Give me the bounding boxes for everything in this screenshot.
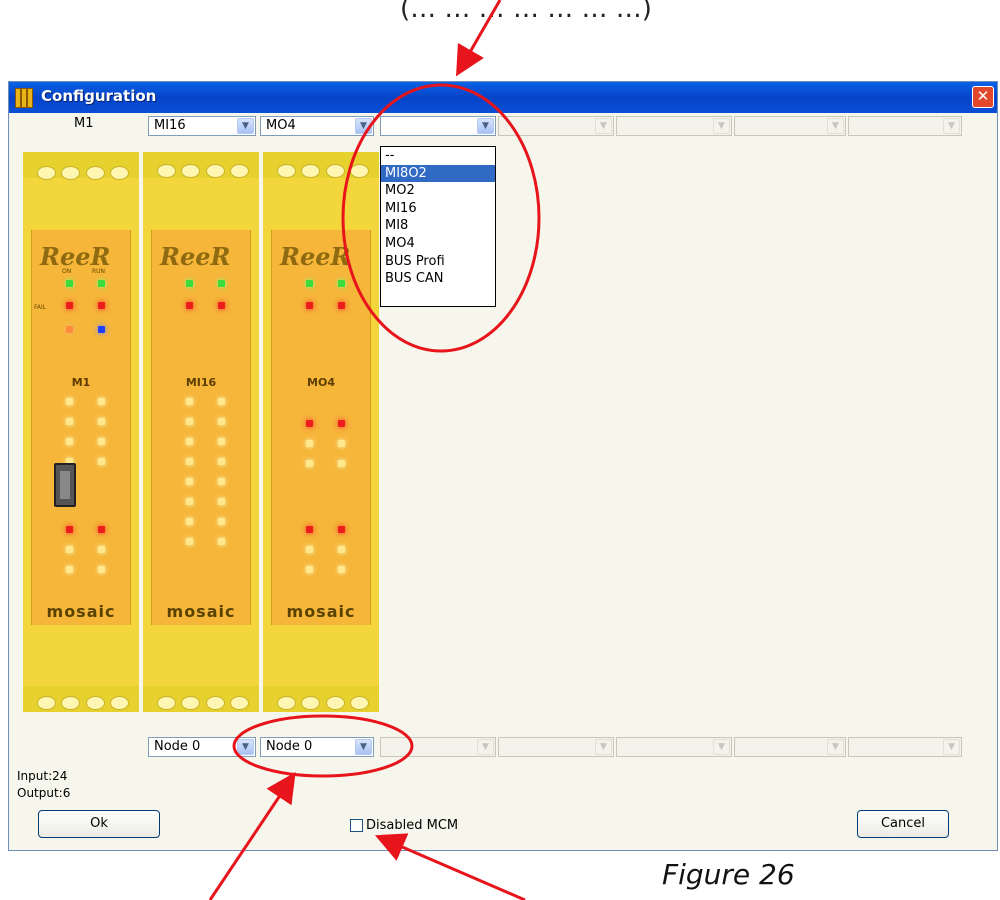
module-select-value: MO4 [266, 118, 296, 133]
chevron-down-icon: ▼ [595, 118, 612, 134]
output-count: Output:6 [17, 786, 71, 800]
module-mo4: ReeR MO4 mosaic [263, 152, 379, 712]
chevron-down-icon: ▼ [713, 118, 730, 134]
dropdown-option[interactable]: BUS CAN [381, 270, 495, 288]
module-face: ReeR ON RUN FAIL M1 mosaic [31, 230, 131, 625]
module-dropdown-list[interactable]: -- MI8O2 MO2 MI16 MI8 MO4 BUS Profi BUS … [380, 146, 496, 307]
module-name: MO4 [307, 376, 335, 389]
chevron-down-icon[interactable]: ▼ [355, 739, 372, 755]
mosaic-logo: mosaic [286, 602, 356, 621]
node-select-4: ▼ [498, 737, 614, 757]
chevron-down-icon: ▼ [943, 739, 960, 755]
reer-logo: ReeR [40, 242, 111, 271]
module-select-6: ▼ [734, 116, 846, 136]
module-select-2[interactable]: MO4 ▼ [260, 116, 374, 136]
node-select-6: ▼ [734, 737, 846, 757]
disabled-mcm-checkbox[interactable]: Disabled MCM [350, 818, 458, 833]
node-select-value: Node 0 [266, 739, 313, 754]
chevron-down-icon[interactable]: ▼ [237, 118, 254, 134]
module-name: M1 [71, 376, 91, 389]
chevron-down-icon: ▼ [827, 118, 844, 134]
module-select-7: ▼ [848, 116, 962, 136]
dropdown-option[interactable]: MI16 [381, 200, 495, 218]
ok-button[interactable]: Ok [38, 810, 160, 838]
dropdown-option-selected[interactable]: MI8O2 [381, 164, 495, 183]
module-select-4: ▼ [498, 116, 614, 136]
node-select-3: ▼ [380, 737, 496, 757]
node-select-2[interactable]: Node 0 ▼ [260, 737, 374, 757]
node-select-1[interactable]: Node 0 ▼ [148, 737, 256, 757]
chevron-down-icon: ▼ [595, 739, 612, 755]
dropdown-option[interactable]: MO4 [381, 235, 495, 253]
chevron-down-icon[interactable]: ▼ [237, 739, 254, 755]
dropdown-option[interactable]: -- [381, 147, 495, 165]
chevron-down-icon[interactable]: ▼ [477, 118, 494, 134]
module-select-5: ▼ [616, 116, 732, 136]
top-caption: (… … … … … … …) [400, 0, 652, 24]
usb-port-icon [54, 463, 76, 507]
input-count: Input:24 [17, 769, 68, 783]
module-select-3[interactable]: ▼ [380, 116, 496, 136]
checkbox-box[interactable] [350, 819, 363, 832]
figure-caption: Figure 26 [662, 858, 795, 891]
dropdown-option[interactable]: MO2 [381, 182, 495, 200]
window-title: Configuration [41, 87, 157, 105]
configuration-window: Configuration ✕ M1 MI16 ▼ MO4 ▼ ▼ ▼ ▼ ▼ … [8, 81, 998, 851]
dropdown-option[interactable]: BUS Profi [381, 253, 495, 271]
chevron-down-icon: ▼ [477, 739, 494, 755]
module-select-1[interactable]: MI16 ▼ [148, 116, 256, 136]
reer-logo: ReeR [160, 242, 231, 271]
chevron-down-icon[interactable]: ▼ [355, 118, 372, 134]
module-select-value: MI16 [154, 118, 186, 133]
module-name: MI16 [185, 376, 217, 389]
mosaic-logo: mosaic [166, 602, 236, 621]
chevron-down-icon: ▼ [943, 118, 960, 134]
master-module-label: M1 [74, 116, 94, 131]
module-mi16: ReeR MI16 mosaic [143, 152, 259, 712]
module-face: ReeR MI16 mosaic [151, 230, 251, 625]
mosaic-logo: mosaic [46, 602, 116, 621]
chevron-down-icon: ▼ [713, 739, 730, 755]
reer-logo: ReeR [280, 242, 351, 271]
close-icon[interactable]: ✕ [972, 86, 994, 108]
disabled-mcm-label: Disabled MCM [366, 818, 459, 833]
app-icon [15, 88, 35, 108]
dropdown-option[interactable]: MI8 [381, 217, 495, 235]
terminal-screws [37, 696, 129, 710]
node-select-7: ▼ [848, 737, 962, 757]
node-select-value: Node 0 [154, 739, 201, 754]
module-face: ReeR MO4 mosaic [271, 230, 371, 625]
title-bar: Configuration ✕ [9, 82, 997, 113]
module-m1: ReeR ON RUN FAIL M1 mosaic [23, 152, 139, 712]
chevron-down-icon: ▼ [827, 739, 844, 755]
node-select-5: ▼ [616, 737, 732, 757]
terminal-screws [37, 166, 129, 180]
cancel-button[interactable]: Cancel [857, 810, 949, 838]
